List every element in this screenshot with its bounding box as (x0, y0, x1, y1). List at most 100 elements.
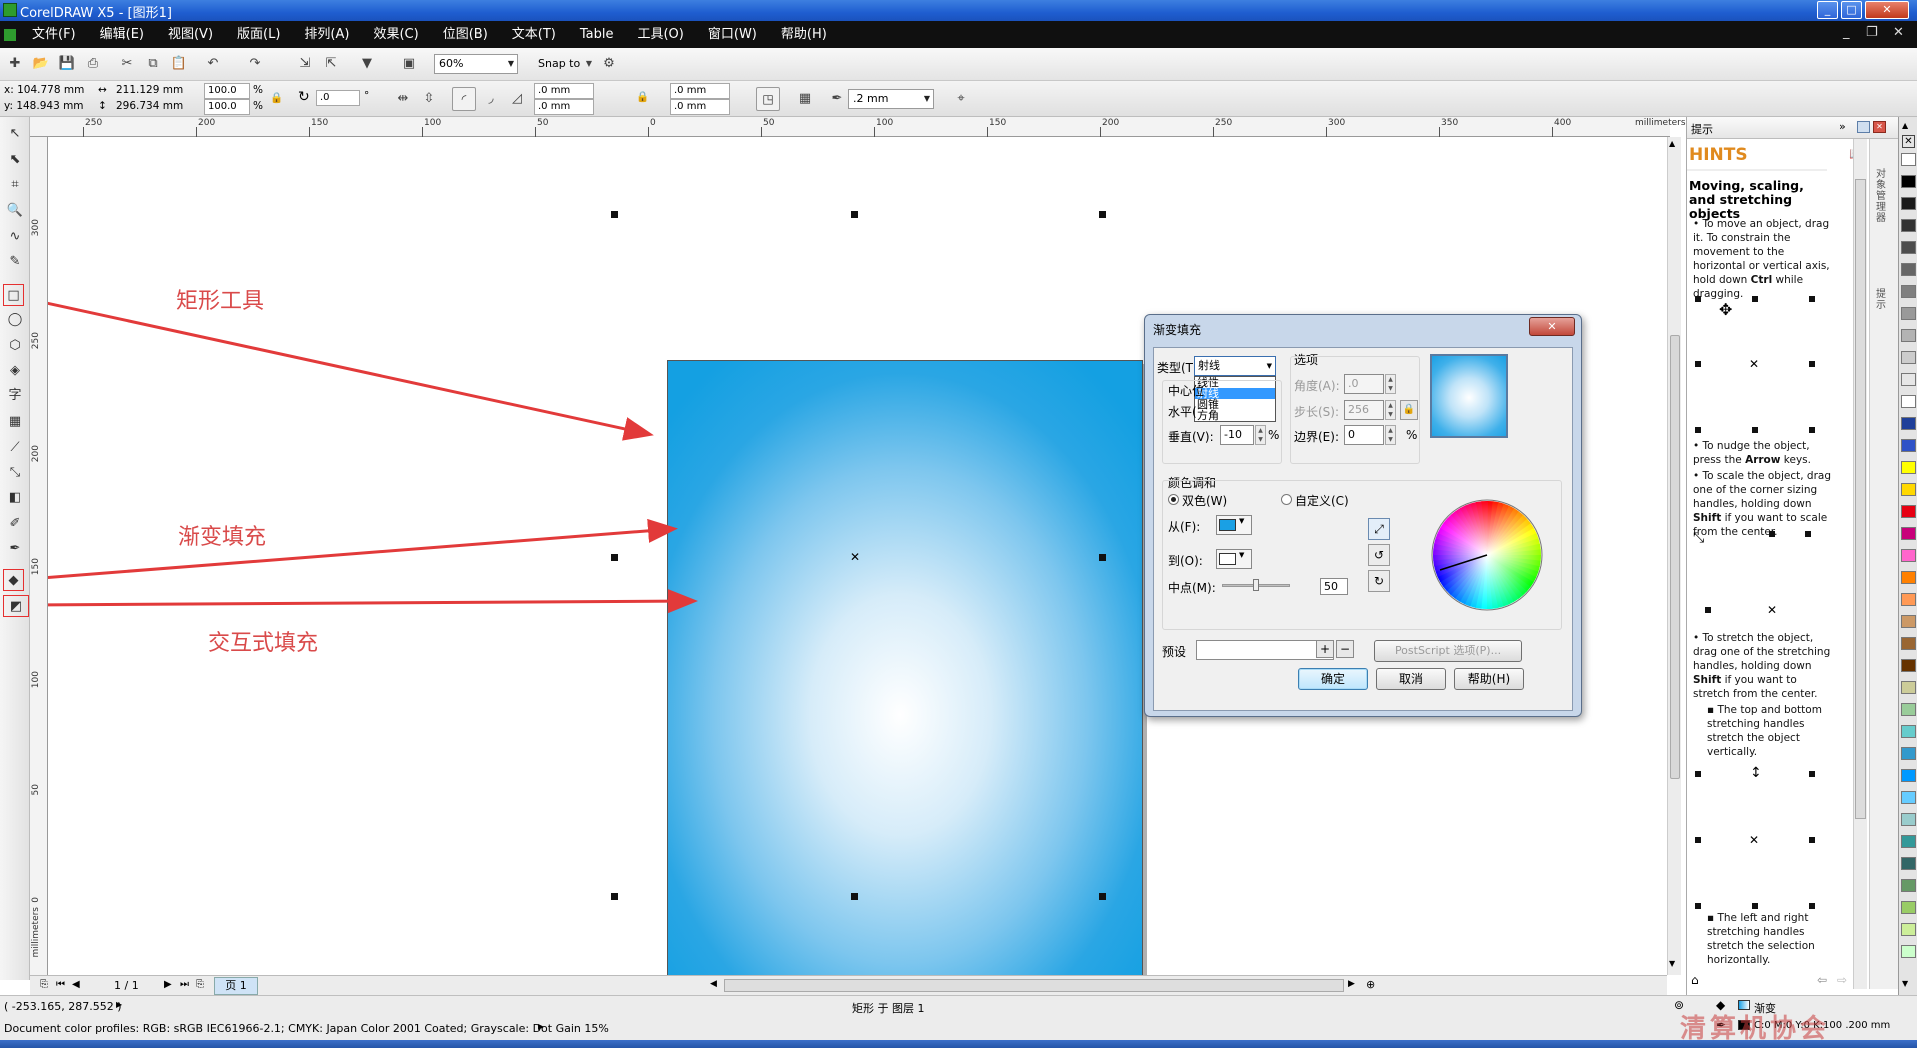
corner-radius-bottom-left[interactable]: .0 mm (534, 99, 594, 115)
palette-swatch[interactable] (1901, 527, 1916, 540)
eyedropper-tool-icon[interactable]: ✐ (3, 513, 27, 535)
direct-blend-icon[interactable]: ⤢ (1368, 518, 1390, 540)
palette-swatch[interactable] (1901, 373, 1916, 386)
table-tool-icon[interactable]: ▦ (3, 411, 27, 433)
doc-close-icon[interactable]: ✕ (1893, 25, 1904, 40)
palette-swatch[interactable] (1901, 615, 1916, 628)
palette-swatch[interactable] (1901, 703, 1916, 716)
hints-scrollbar[interactable] (1853, 139, 1867, 989)
hints-back-icon[interactable]: ⇦ (1817, 973, 1827, 987)
profiles-arrow-icon[interactable]: ▶ (538, 1022, 544, 1031)
palette-swatch[interactable] (1901, 857, 1916, 870)
cancel-button[interactable]: 取消 (1376, 668, 1446, 690)
to-color-picker[interactable]: ▼ (1216, 549, 1252, 569)
palette-swatch[interactable] (1901, 769, 1916, 782)
scalloped-corner-icon[interactable]: ◞ (480, 88, 502, 110)
snap-dropdown-arrow-icon[interactable]: ▼ (578, 53, 600, 75)
hints-scroll-thumb[interactable] (1855, 179, 1866, 819)
next-page-icon[interactable]: ▶ (164, 979, 172, 990)
palette-swatch[interactable] (1901, 901, 1916, 914)
palette-swatch[interactable] (1901, 549, 1916, 562)
palette-swatch[interactable] (1901, 461, 1916, 474)
palette-swatch[interactable] (1901, 945, 1916, 958)
menu-file[interactable]: 文件(F) (20, 21, 88, 48)
palette-scroll-down-icon[interactable]: ▼ (1902, 979, 1908, 988)
hscroll-right-icon[interactable]: ▶ (1348, 979, 1355, 989)
wrap-text-icon[interactable]: ▦ (794, 88, 816, 110)
add-preset-icon[interactable]: + (1316, 640, 1334, 658)
custom-radio[interactable] (1281, 494, 1292, 505)
vertical-spinner[interactable]: ▲ ▼ (1255, 425, 1266, 445)
save-icon[interactable]: 💾 (56, 53, 78, 75)
export-icon[interactable]: ⇱ (320, 53, 342, 75)
corner-radius-top-right[interactable]: .0 mm (670, 83, 730, 99)
palette-swatch[interactable] (1901, 329, 1916, 342)
menu-edit[interactable]: 编辑(E) (88, 21, 156, 48)
object-manager-tab[interactable]: 对象管理器 (1876, 169, 1888, 224)
add-page-before-icon[interactable]: ⎘ (40, 979, 48, 990)
scale-height-field[interactable]: 100.0 (204, 99, 250, 115)
palette-swatch[interactable] (1901, 395, 1916, 408)
palette-swatch[interactable] (1901, 483, 1916, 496)
edge-pad-spinner[interactable]: ▲ ▼ (1385, 425, 1396, 445)
palette-swatch[interactable] (1901, 241, 1916, 254)
midpoint-field[interactable]: 50 (1320, 578, 1348, 595)
angle-field[interactable]: .0 (1344, 374, 1384, 394)
palette-swatch[interactable] (1901, 307, 1916, 320)
palette-swatch[interactable] (1901, 725, 1916, 738)
scroll-down-icon[interactable]: ▼ (1669, 959, 1675, 968)
last-page-icon[interactable]: ⏭ (180, 979, 189, 990)
docker-float-icon[interactable] (1857, 121, 1870, 133)
no-fill-swatch[interactable]: ✕ (1902, 135, 1915, 148)
palette-swatch[interactable] (1901, 505, 1916, 518)
welcome-screen-icon[interactable]: ▣ (398, 53, 420, 75)
dialog-close-button[interactable]: ✕ (1529, 317, 1575, 336)
round-corner-button[interactable]: ◜ (452, 87, 476, 111)
color-profiles[interactable]: Document color profiles: RGB: sRGB IEC61… (4, 1022, 609, 1035)
palette-swatch[interactable] (1901, 637, 1916, 650)
palette-swatch[interactable] (1901, 879, 1916, 892)
smart-fill-icon[interactable]: ✎ (3, 251, 27, 273)
chamfered-corner-icon[interactable]: ◿ (506, 88, 528, 110)
angle-spinner[interactable]: ▲ ▼ (1385, 374, 1396, 394)
open-folder-icon[interactable]: 📂 (30, 53, 52, 75)
rotation-angle-field[interactable]: .0 (316, 90, 360, 106)
menu-bitmaps[interactable]: 位图(B) (431, 21, 500, 48)
palette-swatch[interactable] (1901, 351, 1916, 364)
type-select[interactable]: 射线 ▼ (1194, 356, 1276, 376)
new-document-icon[interactable]: ✚ (4, 53, 26, 75)
object-width-field[interactable]: 211.129 mm (116, 84, 183, 96)
outline-width-combo[interactable]: .2 mm ▼ (848, 89, 934, 109)
palette-swatch[interactable] (1901, 439, 1916, 452)
delete-preset-icon[interactable]: − (1336, 640, 1354, 658)
menu-layout[interactable]: 版面(L) (225, 21, 292, 48)
palette-swatch[interactable] (1901, 923, 1916, 936)
palette-swatch[interactable] (1901, 263, 1916, 276)
lock-ratio-icon[interactable]: 🔒 (270, 91, 283, 104)
palette-swatch[interactable] (1901, 813, 1916, 826)
application-launcher-icon[interactable]: ▼ (356, 53, 378, 75)
mirror-vertical-icon[interactable]: ⇳ (418, 88, 440, 110)
palette-swatch[interactable] (1901, 659, 1916, 672)
x-position-field[interactable]: x: 104.778 mm (4, 84, 84, 96)
midpoint-slider-thumb[interactable] (1253, 579, 1259, 591)
mirror-horizontal-icon[interactable]: ⇹ (392, 88, 414, 110)
palette-swatch[interactable] (1901, 681, 1916, 694)
doc-restore-icon[interactable]: ❐ (1866, 25, 1878, 40)
scale-width-field[interactable]: 100.0 (204, 83, 250, 99)
palette-swatch[interactable] (1901, 285, 1916, 298)
menu-window[interactable]: 窗口(W) (696, 21, 769, 48)
rectangle-tool-icon[interactable]: □ (3, 284, 24, 306)
hints-home-icon[interactable]: ⌂ (1691, 973, 1699, 987)
palette-swatch[interactable] (1901, 593, 1916, 606)
menu-help[interactable]: 帮助(H) (769, 21, 839, 48)
import-icon[interactable]: ⇲ (294, 53, 316, 75)
postscript-options-button[interactable]: PostScript 选项(P)... (1374, 640, 1522, 662)
coords-arrow-icon[interactable]: ▶ (116, 1000, 122, 1009)
palette-swatch[interactable] (1901, 417, 1916, 430)
hscroll-left-icon[interactable]: ◀ (710, 979, 717, 989)
scroll-thumb[interactable] (1670, 335, 1680, 779)
palette-scroll-up-icon[interactable]: ▲ (1902, 121, 1908, 130)
two-color-radio[interactable] (1168, 494, 1179, 505)
basic-shapes-icon[interactable]: ◈ (3, 360, 27, 382)
